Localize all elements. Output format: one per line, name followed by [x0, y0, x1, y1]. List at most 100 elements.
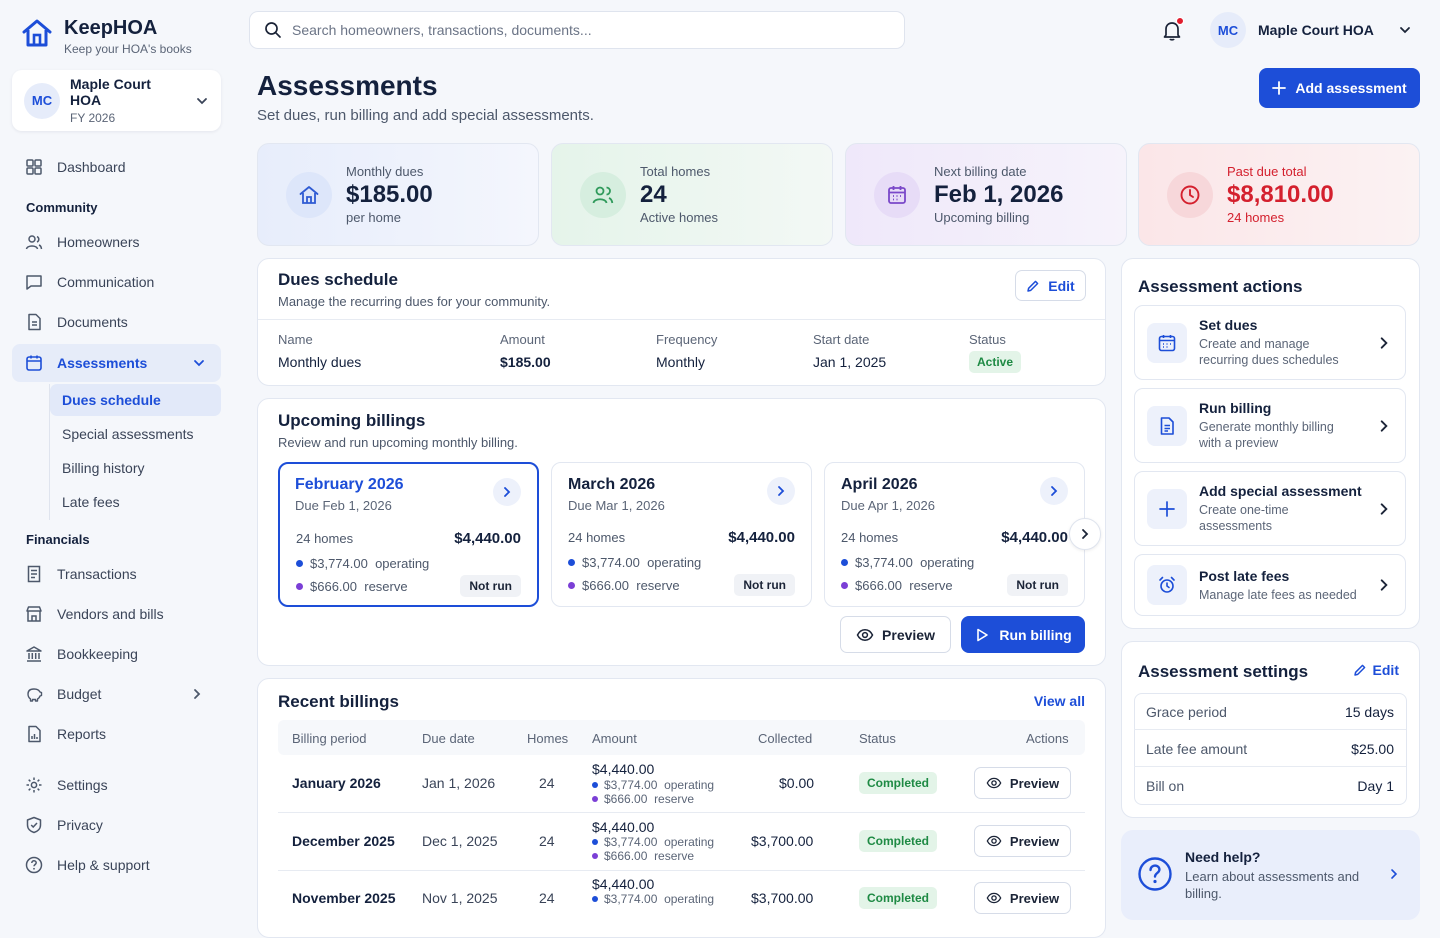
edit-dues-button[interactable]: Edit: [1015, 270, 1086, 301]
calendar-icon: [874, 171, 920, 218]
subnav-special-assessments[interactable]: Special assessments: [50, 418, 221, 450]
help-card[interactable]: Need help? Learn about assessments and b…: [1121, 830, 1420, 920]
chevron-right-icon[interactable]: [493, 478, 521, 506]
user-menu[interactable]: MC Maple Court HOA: [1210, 12, 1412, 48]
status-badge: Active: [969, 351, 1022, 373]
row-preview-label: Preview: [1009, 890, 1060, 906]
billing-card-march[interactable]: March 2026 Due Mar 1, 2026 24 homes $4,44…: [551, 462, 812, 607]
billing-card-april[interactable]: April 2026 Due Apr 1, 2026 24 homes $4,44…: [824, 462, 1085, 607]
row-period: November 2025: [292, 890, 396, 906]
subnav-billing-history[interactable]: Billing history: [50, 452, 221, 484]
edit-settings-button[interactable]: Edit: [1353, 662, 1399, 678]
chevron-right-icon[interactable]: [1040, 477, 1068, 505]
row-period: January 2026: [292, 775, 381, 791]
view-all-link[interactable]: View all: [1034, 693, 1085, 709]
brand[interactable]: KeepHOA Keep your HOA's books: [20, 16, 192, 56]
nav-label: Assessments: [57, 355, 148, 371]
dues-schedule-title: Dues schedule: [278, 270, 398, 289]
add-assessment-button[interactable]: Add assessment: [1259, 68, 1420, 108]
eye-icon: [856, 626, 874, 644]
nav-settings[interactable]: Settings: [12, 766, 221, 804]
action-desc: Create and manage recurring dues schedul…: [1199, 337, 1339, 367]
billing-total: $4,440.00: [1001, 529, 1068, 546]
subnav-dues-schedule[interactable]: Dues schedule: [50, 384, 221, 416]
edit-label: Edit: [1372, 662, 1399, 678]
org-switcher[interactable]: MC Maple Court HOA FY 2026: [12, 70, 221, 131]
chevron-down-icon: [1398, 23, 1412, 37]
nav-privacy[interactable]: Privacy: [12, 806, 221, 844]
search-icon: [264, 21, 282, 39]
preview-button[interactable]: Preview: [840, 616, 951, 653]
run-billing-button[interactable]: Run billing: [961, 616, 1085, 653]
row-preview-button[interactable]: Preview: [974, 825, 1071, 857]
stat-sub: Upcoming billing: [934, 210, 1030, 225]
shield-icon: [25, 816, 43, 834]
billing-homes: 24 homes: [568, 530, 626, 545]
dues-frequency: Monthly: [656, 354, 706, 370]
col-header-start-date: Start date: [813, 332, 870, 347]
nav-assessments[interactable]: Assessments: [12, 344, 221, 382]
reserve-label: reserve: [636, 577, 680, 593]
user-name: Maple Court HOA: [1258, 22, 1374, 38]
row-homes: 24: [539, 833, 555, 849]
eye-icon: [986, 890, 1002, 906]
col-header-amount: Amount: [500, 332, 545, 347]
search-bar[interactable]: [249, 11, 905, 49]
search-input[interactable]: [292, 22, 852, 38]
store-icon: [25, 605, 43, 623]
nav-communication[interactable]: Communication: [12, 263, 221, 301]
row-reserve-label: reserve: [654, 792, 695, 806]
col-header-frequency: Frequency: [656, 332, 718, 347]
row-operating-label: operating: [664, 835, 715, 849]
action-add-special-assessment[interactable]: Add special assessment Create one-time as…: [1134, 471, 1406, 546]
nav-transactions[interactable]: Transactions: [12, 555, 221, 593]
chevron-right-icon: [1377, 419, 1391, 433]
reserve-amount: $666.00: [855, 577, 902, 593]
nav-budget[interactable]: Budget: [12, 675, 221, 713]
stat-card-total-homes: Total homes 24 Active homes: [551, 143, 833, 246]
reserve-dot: [841, 581, 848, 589]
billing-total: $4,440.00: [728, 529, 795, 546]
nav-dashboard[interactable]: Dashboard: [12, 148, 221, 186]
page-subtitle: Set dues, run billing and add special as…: [257, 107, 594, 124]
nav-homeowners[interactable]: Homeowners: [12, 223, 221, 261]
action-title: Run billing: [1199, 400, 1272, 416]
bank-icon: [25, 645, 43, 663]
nav-label: Vendors and bills: [57, 606, 164, 622]
th-actions: Actions: [1026, 731, 1069, 746]
nav-section-financials: Financials: [26, 532, 90, 547]
nav-vendors[interactable]: Vendors and bills: [12, 595, 221, 633]
operating-label: operating: [920, 555, 975, 570]
row-preview-button[interactable]: Preview: [974, 767, 1071, 799]
chevron-right-icon[interactable]: [767, 477, 795, 505]
row-reserve: $666.00: [604, 849, 648, 863]
action-desc: Generate monthly billing with a preview: [1199, 420, 1334, 450]
nav-section-community: Community: [26, 200, 98, 215]
row-preview-button[interactable]: Preview: [974, 882, 1071, 914]
billing-due: Due Mar 1, 2026: [568, 498, 665, 513]
receipt-icon: [25, 565, 43, 583]
action-set-dues[interactable]: Set dues Create and manage recurring dues…: [1134, 305, 1406, 380]
reserve-label: reserve: [364, 578, 408, 594]
nav-reports[interactable]: Reports: [12, 715, 221, 753]
row-reserve: $666.00: [604, 792, 648, 806]
reserve-dot: [568, 581, 575, 589]
billing-card-february[interactable]: February 2026 Due Feb 1, 2026 24 homes $4…: [278, 462, 539, 607]
nav-documents[interactable]: Documents: [12, 303, 221, 341]
action-run-billing[interactable]: Run billing Generate monthly billing with…: [1134, 388, 1406, 463]
operating-amount: $3,774.00: [310, 556, 368, 571]
subnav-late-fees[interactable]: Late fees: [50, 486, 221, 518]
row-period: December 2025: [292, 833, 395, 849]
nav-help[interactable]: Help & support: [12, 846, 221, 884]
billing-due: Due Feb 1, 2026: [295, 498, 392, 513]
action-post-late-fees[interactable]: Post late fees Manage late fees as needed: [1134, 554, 1406, 616]
setting-key: Grace period: [1146, 703, 1227, 720]
status-badge: Completed: [859, 830, 938, 852]
home-icon: [286, 171, 332, 218]
reserve-dot: [296, 582, 303, 590]
stat-value: Feb 1, 2026: [934, 181, 1064, 208]
question-circle-icon: [1137, 856, 1173, 892]
nav-bookkeeping[interactable]: Bookkeeping: [12, 635, 221, 673]
carousel-next-button[interactable]: [1069, 518, 1101, 550]
row-due: Nov 1, 2025: [422, 890, 498, 906]
